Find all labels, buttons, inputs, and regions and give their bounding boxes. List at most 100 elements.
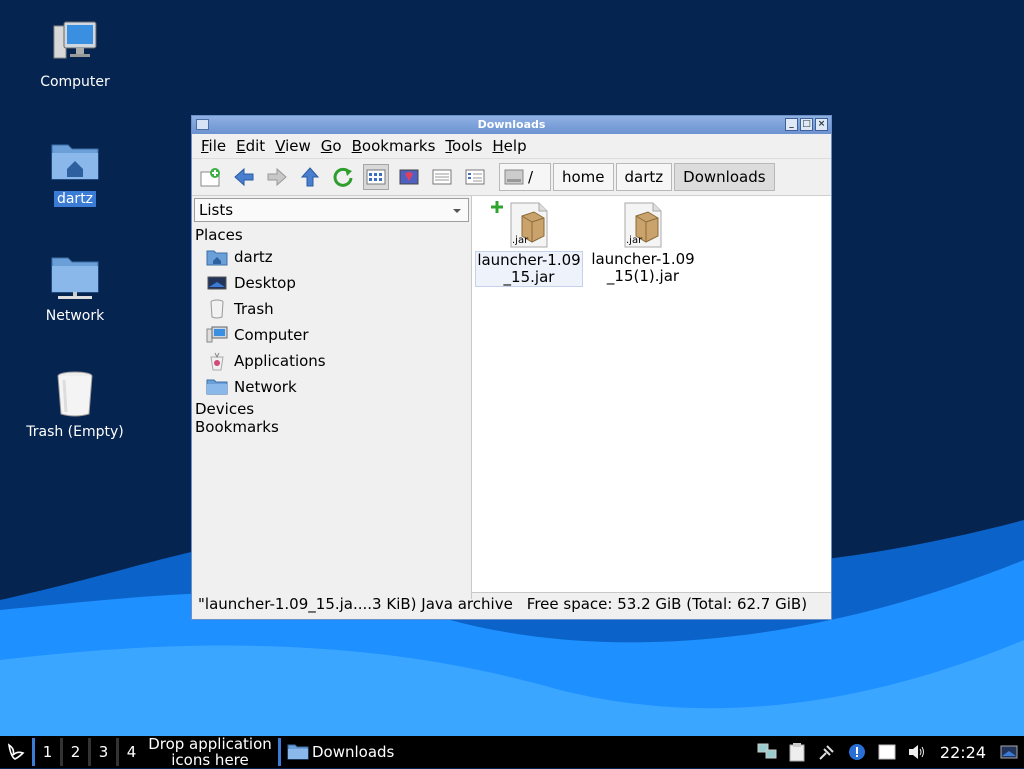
sidebar-item-label: Computer — [234, 326, 309, 344]
file-name: launcher-1.09 _15(1).jar — [589, 251, 697, 285]
file-badge: .jar — [626, 235, 643, 246]
close-button[interactable]: × — [815, 118, 828, 131]
workspace-1[interactable]: 1 — [32, 738, 60, 766]
file-manager-window[interactable]: Downloads _ □ × File Edit View Go Bookma… — [191, 115, 832, 620]
path-root-label: / — [528, 168, 534, 186]
sidebar-item-computer[interactable]: Computer — [192, 322, 471, 348]
file-name-line1: launcher-1.09 — [591, 250, 695, 268]
system-tray: 22:24 — [752, 736, 1024, 768]
maximize-button[interactable]: □ — [800, 118, 813, 131]
network-status-icon[interactable] — [756, 741, 778, 763]
show-desktop-icon[interactable] — [998, 741, 1020, 763]
menu-help[interactable]: Help — [492, 137, 526, 155]
file-item[interactable]: .jar launcher-1.09 _15(1).jar — [589, 202, 697, 285]
window-title: Downloads — [477, 118, 546, 131]
desktop-icon-label: Trash (Empty) — [26, 424, 124, 440]
section-devices[interactable]: Devices — [192, 400, 471, 418]
forward-button[interactable] — [264, 164, 290, 190]
sidebar-item-label: dartz — [234, 248, 273, 266]
clipboard-icon[interactable] — [786, 741, 808, 763]
reload-icon — [333, 167, 353, 187]
sidebar-item-desktop[interactable]: Desktop — [192, 270, 471, 296]
file-name-line1: launcher-1.09 — [477, 251, 581, 269]
section-places[interactable]: Places — [192, 226, 471, 244]
sidebar-item-trash[interactable]: Trash — [192, 296, 471, 322]
menu-edit[interactable]: Edit — [236, 137, 265, 155]
clock[interactable]: 22:24 — [940, 743, 986, 762]
sidebar-item-dartz[interactable]: dartz — [192, 244, 471, 270]
desktop-icon-label: Network — [45, 308, 105, 324]
menu-file[interactable]: File — [201, 137, 226, 155]
workspace-3[interactable]: 3 — [88, 738, 116, 766]
icon-view-icon — [366, 169, 386, 185]
file-name-line2: _15(1).jar — [606, 267, 680, 285]
network-folder-icon — [50, 254, 100, 304]
arrow-up-icon — [300, 167, 320, 187]
file-name-line2: _15.jar — [503, 268, 555, 286]
applications-icon — [206, 351, 228, 371]
desktop-icon-network[interactable]: Network — [20, 254, 130, 324]
desktop-icon-label: dartz — [53, 191, 97, 207]
home-folder-icon — [50, 137, 100, 187]
menu-tools[interactable]: Tools — [445, 137, 482, 155]
icon-view-button[interactable] — [363, 164, 389, 190]
sidebar-item-label: Network — [234, 378, 297, 396]
compact-view-button[interactable] — [429, 164, 455, 190]
reload-button[interactable] — [330, 164, 356, 190]
path-crumb-home[interactable]: home — [553, 163, 614, 191]
drive-icon — [504, 169, 524, 185]
update-notification-icon[interactable] — [846, 741, 868, 763]
status-bar: "launcher-1.09_15.ja....3 KiB) Java arch… — [192, 593, 831, 615]
menu-go[interactable]: Go — [321, 137, 342, 155]
file-item[interactable]: .jar launcher-1.09 _15.jar — [475, 202, 583, 287]
desktop: Computer dartz Network Trash (Empty) Dow… — [0, 0, 1024, 736]
jar-file-icon: .jar — [508, 202, 550, 248]
power-plug-icon[interactable] — [816, 741, 838, 763]
menu-bookmarks[interactable]: Bookmarks — [352, 137, 436, 155]
sidebar-item-applications[interactable]: Applications — [192, 348, 471, 374]
path-root-button[interactable]: / — [499, 163, 551, 191]
sidebar-mode-select[interactable]: Lists — [194, 198, 469, 222]
trash-icon — [206, 299, 228, 319]
path-bar: / home dartz Downloads — [499, 162, 777, 192]
file-view[interactable]: .jar launcher-1.09 _15.jar .jar launcher… — [472, 196, 831, 593]
new-tab-icon — [200, 168, 220, 187]
file-name: launcher-1.09 _15.jar — [475, 251, 583, 287]
arrow-left-icon — [234, 167, 254, 187]
menubar: File Edit View Go Bookmarks Tools Help — [192, 134, 831, 158]
thumbnail-view-button[interactable] — [396, 164, 422, 190]
desktop-icon-computer[interactable]: Computer — [20, 20, 130, 90]
new-tab-button[interactable] — [198, 164, 224, 190]
detailed-view-button[interactable] — [462, 164, 488, 190]
minimize-button[interactable]: _ — [785, 118, 798, 131]
desktop-icon-label: Computer — [40, 74, 110, 90]
home-folder-icon — [206, 247, 228, 267]
desktop-icon-trash[interactable]: Trash (Empty) — [20, 370, 130, 440]
up-button[interactable] — [297, 164, 323, 190]
back-button[interactable] — [231, 164, 257, 190]
path-crumb-downloads[interactable]: Downloads — [674, 163, 775, 191]
menu-view[interactable]: View — [275, 137, 311, 155]
sidebar-item-label: Applications — [234, 352, 326, 370]
volume-icon[interactable] — [906, 741, 928, 763]
sidebar-item-label: Trash — [234, 300, 274, 318]
workspace-4[interactable]: 4 — [116, 738, 144, 766]
workspace-2[interactable]: 2 — [60, 738, 88, 766]
path-crumb-dartz[interactable]: dartz — [615, 163, 673, 191]
task-button-downloads[interactable]: Downloads — [278, 738, 400, 766]
thumbnail-view-icon — [399, 169, 419, 185]
folder-icon — [287, 744, 309, 760]
start-menu-button[interactable] — [0, 736, 32, 768]
computer-icon — [50, 20, 100, 70]
notes-icon[interactable] — [876, 741, 898, 763]
status-selection: "launcher-1.09_15.ja....3 KiB) Java arch… — [198, 595, 513, 613]
launcher-drop-area[interactable]: Drop application icons here — [148, 736, 272, 768]
window-titlebar[interactable]: Downloads _ □ × — [192, 116, 831, 134]
section-bookmarks[interactable]: Bookmarks — [192, 418, 471, 436]
desktop-icon-dartz[interactable]: dartz — [20, 137, 130, 207]
detailed-view-icon — [465, 169, 485, 185]
sidebar-item-network[interactable]: Network — [192, 374, 471, 400]
trash-icon — [50, 370, 100, 420]
arrow-right-icon — [267, 167, 287, 187]
network-folder-icon — [206, 377, 228, 397]
